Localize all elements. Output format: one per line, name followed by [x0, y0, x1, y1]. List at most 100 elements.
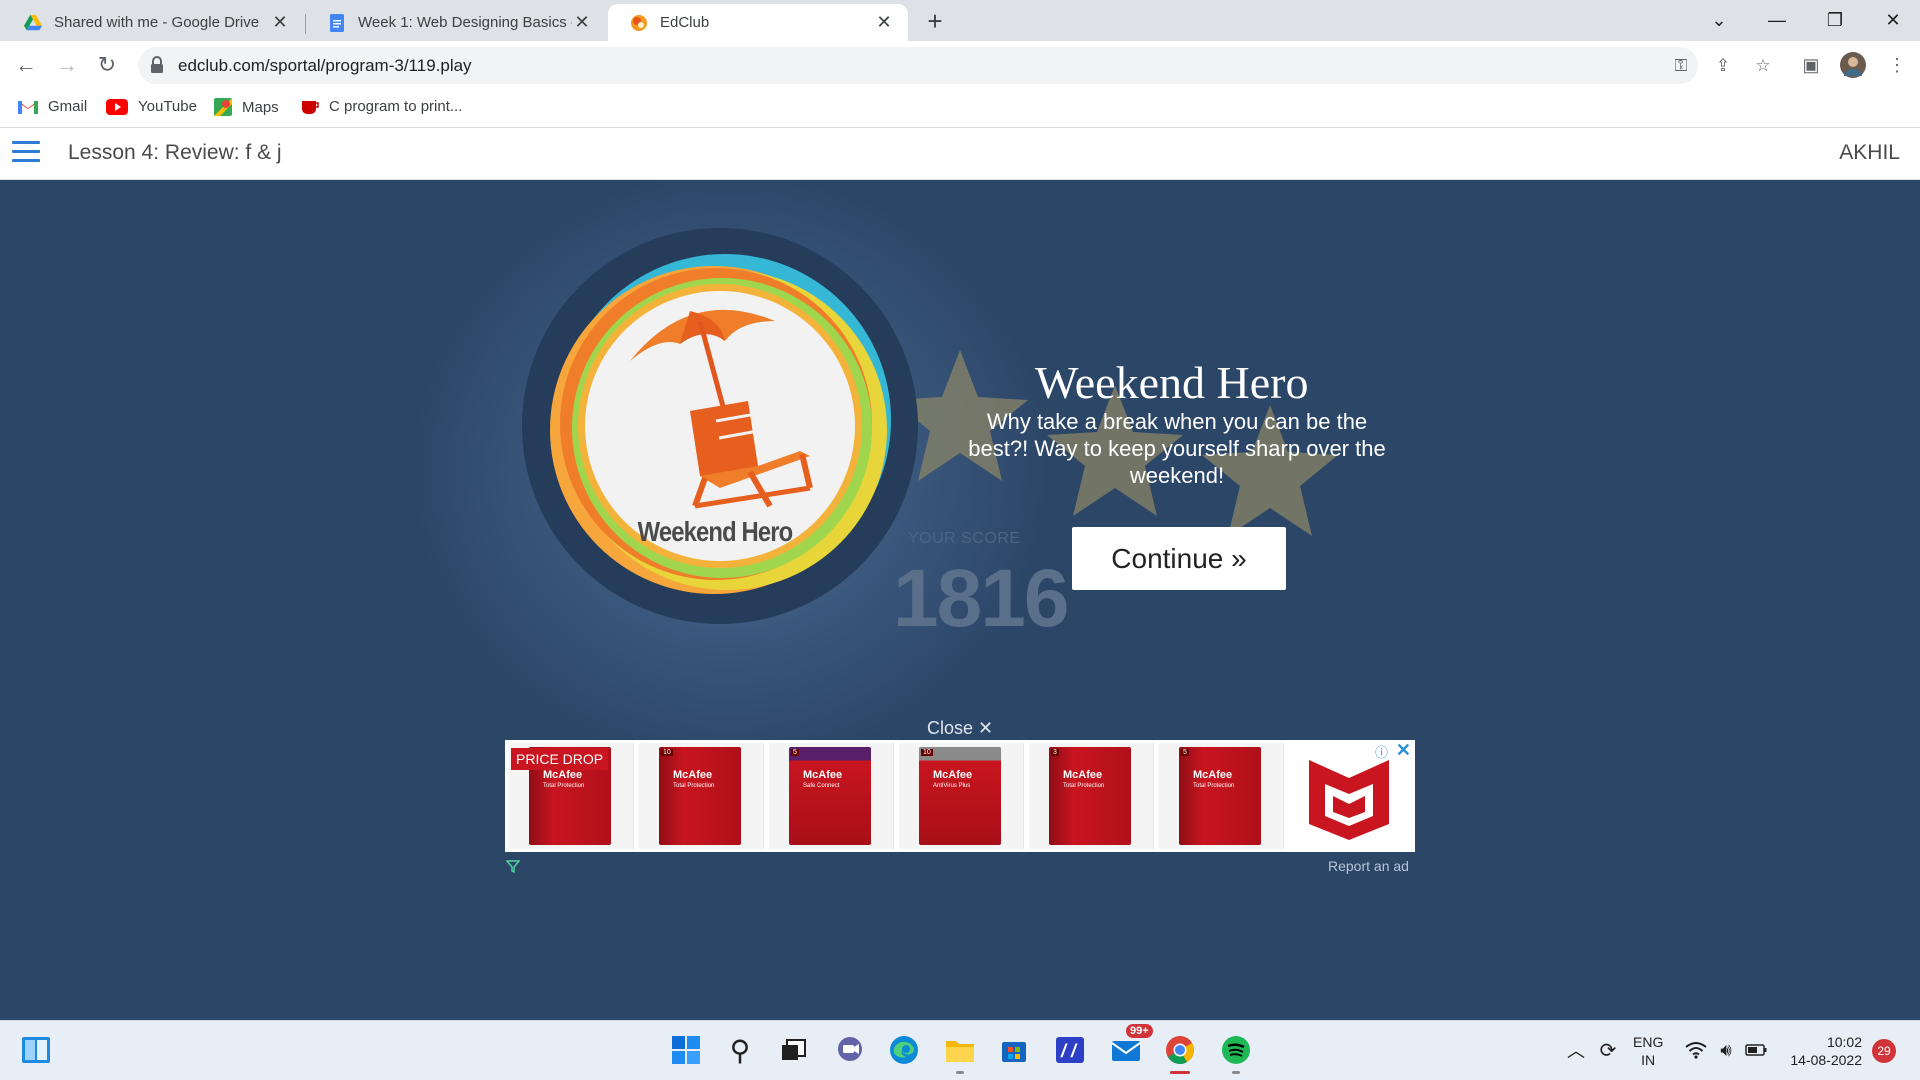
system-clock[interactable]: 10:02 14-08-2022 [1778, 1033, 1862, 1069]
restore-icon[interactable]: ❐ [1806, 0, 1864, 40]
widgets-icon[interactable] [18, 1032, 54, 1068]
ad-product-name: Safe Connect [803, 783, 840, 789]
start-menu-icon[interactable] [668, 1032, 704, 1068]
continue-button[interactable]: Continue » [1072, 527, 1286, 590]
user-name[interactable]: AKHIL [1839, 141, 1900, 165]
ad-product-name: Total Protection [1193, 783, 1235, 789]
task-view-icon[interactable] [776, 1032, 812, 1068]
bookmark-label: C program to print... [329, 98, 463, 115]
bookmark-label: Gmail [48, 98, 88, 115]
hamburger-menu-icon[interactable] [12, 141, 40, 167]
browser-toolbar: ← → ↻ edclub.com/sportal/program-3/119.p… [0, 41, 1920, 90]
ad-brand: McAfee [803, 769, 843, 781]
ad-close-button[interactable]: Close ✕ [927, 718, 993, 739]
score-label: YOUR SCORE [908, 530, 1021, 547]
bookmarks-bar: Gmail YouTube Maps C program to print... [0, 90, 1920, 128]
key-icon[interactable]: ⚿ [1670, 55, 1692, 77]
tab-search-icon[interactable]: ⌄ [1690, 0, 1748, 40]
ad-product-num: 3 [1051, 749, 1059, 756]
address-bar[interactable]: edclub.com/sportal/program-3/119.play ⚿ … [138, 47, 1771, 84]
clock-time: 10:02 [1826, 1034, 1862, 1050]
bookmark-maps[interactable]: Maps [214, 98, 279, 116]
mail-badge: 99+ [1126, 1024, 1153, 1038]
app-m-icon[interactable]: / / [1052, 1032, 1088, 1068]
teams-chat-icon[interactable] [832, 1032, 868, 1068]
chrome-icon[interactable] [1162, 1032, 1198, 1074]
tab-google-drive[interactable]: Shared with me - Google Drive ✕ [2, 4, 304, 41]
battery-icon[interactable] [1738, 1032, 1774, 1068]
forward-icon[interactable]: → [50, 48, 84, 82]
ad-choices-icon[interactable] [506, 859, 520, 873]
language-indicator[interactable]: ENG IN [1633, 1033, 1663, 1069]
edge-browser-icon[interactable] [886, 1032, 922, 1068]
ad-brand: McAfee [1063, 769, 1103, 781]
bookmark-star-icon[interactable]: ☆ [1752, 55, 1774, 77]
url-text: edclub.com/sportal/program-3/119.play [178, 56, 472, 75]
share-icon[interactable]: ⇪ [1712, 55, 1734, 77]
close-window-icon[interactable]: ✕ [1864, 0, 1920, 40]
clock-date: 14-08-2022 [1790, 1052, 1862, 1068]
ad-product-num: 5 [791, 749, 799, 756]
file-explorer-icon[interactable] [942, 1032, 978, 1074]
close-tab-icon[interactable]: ✕ [874, 12, 894, 33]
report-ad-link[interactable]: Report an ad [1328, 858, 1409, 874]
language-top: ENG [1633, 1034, 1664, 1050]
ad-info-icon[interactable]: ⓘ [1375, 742, 1391, 760]
bookmark-c-program[interactable]: C program to print... [301, 98, 462, 115]
bookmark-gmail[interactable]: Gmail [18, 98, 87, 115]
ad-product[interactable]: 5 McAfee Safe Connect [769, 743, 894, 849]
lesson-title: Lesson 4: Review: f & j [68, 141, 282, 164]
bookmark-label: Maps [242, 98, 279, 116]
reload-icon[interactable]: ↻ [90, 48, 124, 82]
tab-title: EdClub [660, 14, 710, 31]
badge-icon [522, 228, 918, 624]
ad-product[interactable]: 10 McAfee AntiVirus Plus [899, 743, 1024, 849]
score-value: 1816 [893, 553, 1069, 644]
edclub-icon [631, 14, 647, 31]
ad-product-name: AntiVirus Plus [933, 783, 971, 789]
profile-avatar[interactable] [1838, 50, 1868, 80]
minimize-icon[interactable]: — [1748, 0, 1806, 40]
maps-icon [214, 98, 232, 116]
ad-product[interactable]: 10 McAfee Total Protection [639, 743, 764, 849]
tab-week1-docs[interactable]: Week 1: Web Designing Basics - G ✕ [306, 4, 606, 41]
ad-product[interactable]: 3 McAfee Total Protection [1029, 743, 1154, 849]
weekend-hero-badge: Weekend Hero [520, 226, 920, 626]
bookmark-c-icon [302, 100, 319, 114]
bookmark-youtube[interactable]: YouTube [106, 98, 197, 115]
bookmark-label: YouTube [138, 98, 197, 115]
achievement-panel: Weekend Hero YOUR SCORE 1816 Weekend Her… [0, 180, 1920, 1020]
microsoft-store-icon[interactable] [996, 1032, 1032, 1068]
ad-banner[interactable]: McAfee Total Protection 10 McAfee Total Pro… [505, 740, 1415, 852]
ad-product[interactable]: 5 McAfee Total Protection [1159, 743, 1284, 849]
avatar-icon [1840, 52, 1866, 78]
search-icon[interactable]: ⚲ [722, 1032, 758, 1068]
close-tab-icon[interactable]: ✕ [270, 12, 290, 33]
badge-label: Weekend Hero [637, 516, 794, 547]
tab-edclub[interactable]: EdClub ✕ [608, 4, 908, 41]
youtube-icon [106, 98, 128, 115]
achievement-title: Weekend Hero [1035, 357, 1309, 408]
browser-tab-strip: Shared with me - Google Drive ✕ Week 1: … [0, 0, 1920, 41]
ad-brand: McAfee [1193, 769, 1233, 781]
chevron-up-icon[interactable]: ︿ [1558, 1032, 1594, 1068]
notification-badge[interactable]: 29 [1872, 1039, 1896, 1063]
spotify-icon[interactable] [1218, 1032, 1254, 1074]
gmail-icon [18, 101, 38, 114]
back-icon[interactable]: ← [9, 48, 43, 82]
kebab-menu-icon[interactable]: ⋮ [1882, 50, 1912, 80]
ad-product-num: 5 [1181, 749, 1189, 756]
side-panel-icon[interactable]: ▣ [1796, 50, 1826, 80]
tab-title: Week 1: Web Designing Basics - G [358, 14, 572, 31]
mcafee-logo-icon[interactable] [1305, 754, 1393, 842]
sync-icon[interactable]: ⟳ [1590, 1032, 1626, 1068]
ad-dismiss-icon[interactable]: ✕ [1396, 740, 1411, 761]
ad-product-name: Total Protection [1063, 783, 1105, 789]
mail-icon[interactable]: 99+ [1108, 1024, 1153, 1068]
site-header: Lesson 4: Review: f & j AKHIL [0, 128, 1920, 180]
close-tab-icon[interactable]: ✕ [572, 12, 592, 33]
ad-brand: McAfee [673, 769, 713, 781]
new-tab-button[interactable]: + [920, 6, 950, 36]
ad-product-name: Total Protection [543, 783, 585, 789]
google-docs-icon [330, 13, 344, 32]
